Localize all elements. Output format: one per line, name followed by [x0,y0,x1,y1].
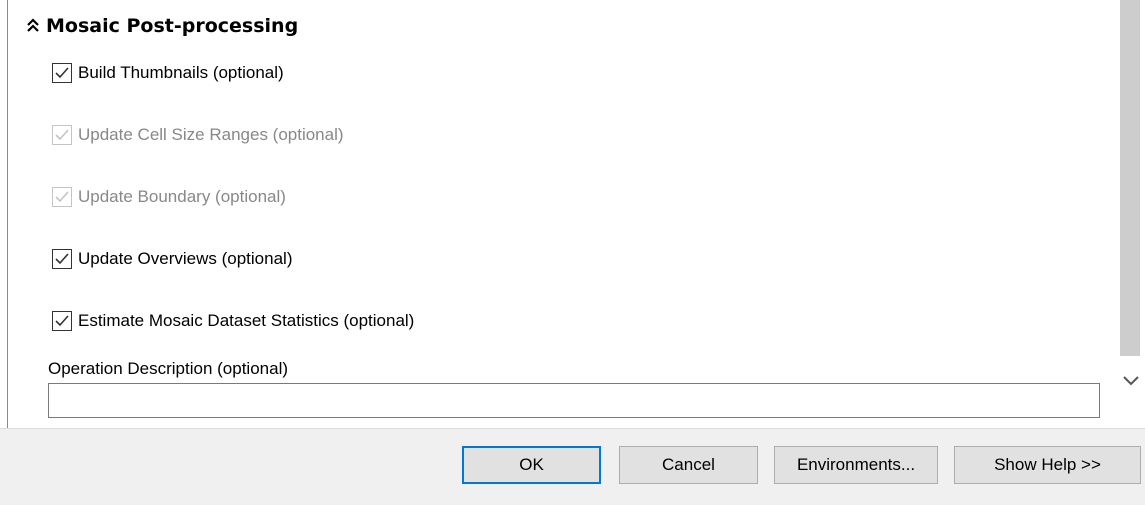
build-thumbnails-checkbox[interactable] [52,63,72,83]
checkmark-icon [55,191,69,203]
estimate-statistics-checkbox[interactable] [52,311,72,331]
operation-description-label: Operation Description (optional) [48,359,289,378]
update-boundary-label: Update Boundary (optional) [78,187,286,206]
update-cell-size-ranges-checkbox [52,125,72,145]
section-title: Mosaic Post-processing [46,15,299,37]
double-chevron-up-icon[interactable] [24,16,42,36]
cancel-button[interactable]: Cancel [619,446,758,484]
update-overviews-checkbox[interactable] [52,249,72,269]
update-cell-size-ranges-option: Update Cell Size Ranges (optional) [52,123,344,147]
scrollbar-thumb[interactable] [1120,0,1140,356]
checkmark-icon [55,67,69,79]
update-cell-size-ranges-label: Update Cell Size Ranges (optional) [78,125,344,144]
environments-button[interactable]: Environments... [774,446,938,484]
pane-divider [0,428,1145,429]
chevron-down-icon[interactable] [1121,370,1141,390]
estimate-statistics-option[interactable]: Estimate Mosaic Dataset Statistics (opti… [52,309,414,333]
operation-description-input[interactable] [48,383,1100,418]
show-help-button[interactable]: Show Help >> [954,446,1141,484]
update-overviews-option[interactable]: Update Overviews (optional) [52,247,292,271]
section-header-mosaic-post-processing[interactable]: Mosaic Post-processing [24,14,298,38]
update-boundary-checkbox [52,187,72,207]
checkmark-icon [55,129,69,141]
update-overviews-label: Update Overviews (optional) [78,249,293,268]
checkmark-icon [55,253,69,265]
estimate-statistics-label: Estimate Mosaic Dataset Statistics (opti… [78,311,415,330]
pane-left-border [7,0,8,428]
build-thumbnails-label: Build Thumbnails (optional) [78,63,284,82]
tool-dialog: Mosaic Post-processing Build Thumbnails … [0,0,1145,505]
ok-button[interactable]: OK [462,446,601,484]
update-boundary-option: Update Boundary (optional) [52,185,286,209]
build-thumbnails-option[interactable]: Build Thumbnails (optional) [52,61,284,85]
parameters-pane: Mosaic Post-processing Build Thumbnails … [0,0,1118,428]
checkmark-icon [55,315,69,327]
